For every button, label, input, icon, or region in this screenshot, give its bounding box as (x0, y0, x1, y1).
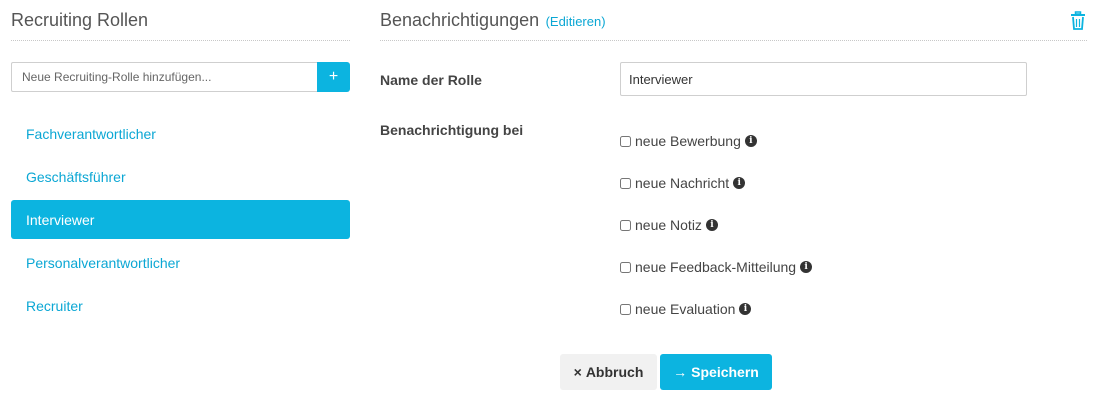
role-name-label: Name der Rolle (380, 72, 482, 88)
add-role-form: + (11, 62, 350, 92)
info-icon[interactable]: i (733, 177, 746, 189)
notification-option-bewerbung: neue Bewerbung i (620, 120, 812, 162)
role-name-input[interactable] (620, 62, 1027, 96)
role-item-geschaeftsfuehrer[interactable]: Geschäftsführer (11, 157, 350, 196)
notification-label: Benachrichtigung bei (380, 122, 524, 138)
add-role-button[interactable]: + (317, 62, 350, 92)
divider (11, 40, 350, 41)
role-item-recruiter[interactable]: Recruiter (11, 286, 350, 325)
option-label: neue Feedback-Mitteilung (635, 259, 797, 275)
checkbox-nachricht[interactable] (620, 177, 631, 189)
role-list: Fachverantwortlicher Geschäftsführer Int… (11, 114, 350, 329)
save-label: Speichern (691, 364, 759, 380)
option-label: neue Nachricht (635, 175, 730, 191)
info-icon[interactable]: i (739, 303, 752, 315)
role-item-interviewer[interactable]: Interviewer (11, 200, 350, 239)
option-label: neue Notiz (635, 217, 702, 233)
checkbox-notiz[interactable] (620, 219, 631, 231)
notification-option-feedback: neue Feedback-Mitteilung i (620, 246, 813, 288)
option-label: neue Bewerbung (635, 133, 741, 149)
new-role-input[interactable] (11, 62, 317, 92)
divider (380, 40, 1087, 41)
notification-option-evaluation: neue Evaluation i (620, 288, 812, 330)
close-icon: × (573, 364, 582, 380)
arrow-right-icon: → (673, 364, 688, 380)
option-label: neue Evaluation (635, 301, 736, 317)
checkbox-evaluation[interactable] (620, 303, 631, 315)
notification-option-notiz: neue Notiz i (620, 204, 812, 246)
notification-options: neue Bewerbung i neue Nachricht i neue N… (620, 120, 813, 330)
checkbox-feedback[interactable] (620, 261, 631, 273)
roles-panel-title: Recruiting Rollen (11, 10, 149, 30)
detail-header: Benachrichtigungen (Editieren) (380, 10, 606, 31)
detail-title: Benachrichtigungen (380, 10, 540, 30)
notification-option-nachricht: neue Nachricht i (620, 162, 812, 204)
cancel-button[interactable]: × Abbruch (560, 354, 657, 390)
info-icon[interactable]: i (800, 261, 813, 273)
info-icon[interactable]: i (744, 135, 757, 147)
info-icon[interactable]: i (705, 219, 718, 231)
plus-icon: + (328, 68, 339, 85)
role-item-personalverantwortlicher[interactable]: Personalverantwortlicher (11, 243, 350, 282)
save-button[interactable]: → Speichern (660, 354, 772, 390)
cancel-label: Abbruch (585, 364, 644, 380)
role-item-fachverantwortlicher[interactable]: Fachverantwortlicher (11, 114, 350, 153)
edit-link[interactable]: (Editieren) (546, 14, 606, 29)
checkbox-bewerbung[interactable] (620, 135, 631, 147)
trash-icon[interactable] (1070, 11, 1086, 31)
